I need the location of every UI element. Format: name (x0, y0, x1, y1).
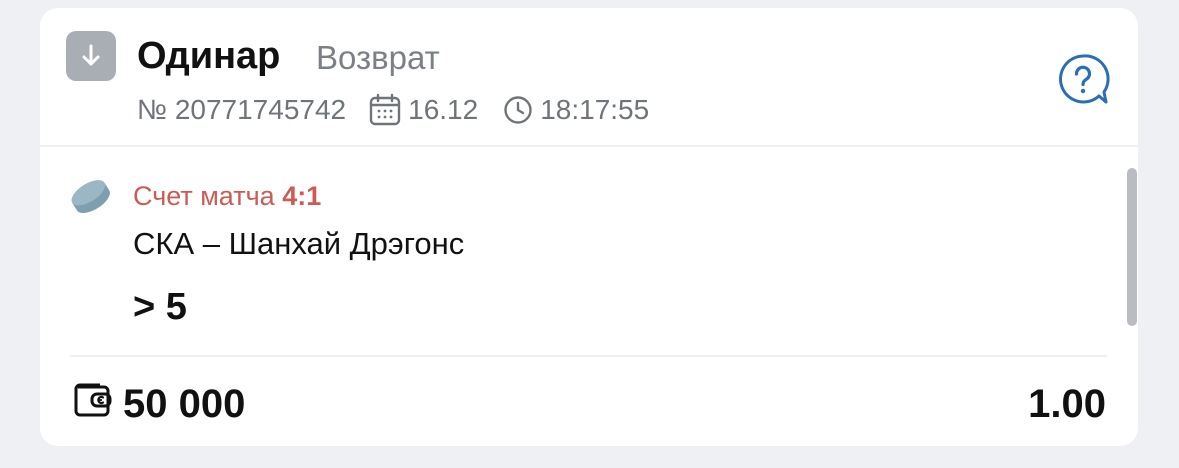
match-name: СКА – Шанхай Дрэгонс (133, 226, 465, 261)
bet-time: 18:17:55 (540, 94, 650, 125)
bet-body: Счет матча 4:1 СКА – Шанхай Дрэгонс > 5 … (40, 147, 1138, 446)
question-bubble-icon (1059, 54, 1110, 104)
bet-header: Одинар Возврат № 20771745742 16.12 18:17… (40, 8, 1138, 147)
odds-value: 1.00 (1028, 382, 1106, 426)
clock-icon (502, 94, 534, 126)
scrollbar[interactable] (1127, 168, 1137, 326)
arrow-down-icon (82, 44, 100, 66)
match-score-value: 4:1 (282, 181, 322, 211)
calendar-icon (368, 93, 402, 127)
bet-selection: > 5 (133, 286, 187, 328)
bet-type-badge (66, 31, 116, 81)
divider (70, 355, 1107, 357)
match-score: Счет матча 4:1 (133, 179, 321, 213)
bet-status-label: Возврат (316, 39, 440, 76)
bet-date: 16.12 (408, 94, 479, 125)
help-button[interactable] (1055, 52, 1111, 108)
stake-amount: 50 000 (123, 382, 246, 426)
bet-card[interactable]: Одинар Возврат № 20771745742 16.12 18:17… (40, 8, 1138, 446)
bet-meta-row: № 20771745742 16.12 18:17:55 (137, 92, 649, 128)
match-score-prefix: Счет матча (133, 181, 275, 211)
wallet-icon (72, 379, 114, 417)
bet-number: № 20771745742 (137, 94, 347, 125)
bet-type-label: Одинар (137, 35, 281, 77)
hockey-puck-icon (68, 177, 114, 217)
